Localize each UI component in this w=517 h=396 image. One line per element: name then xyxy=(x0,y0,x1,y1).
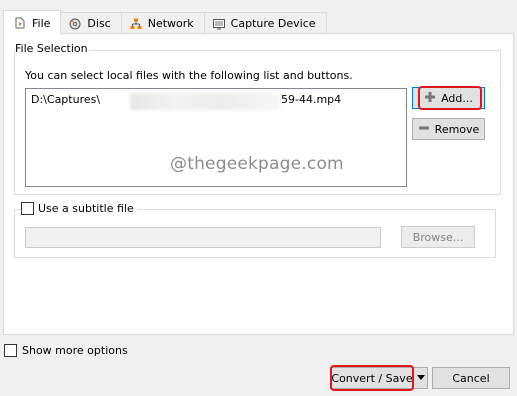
subtitle-label: Use a subtitle file xyxy=(38,202,134,215)
subtitle-path-field xyxy=(25,227,381,248)
disc-icon xyxy=(69,18,81,30)
file-list-item[interactable]: D:\Captures\ 59-44.mp4 xyxy=(31,93,341,110)
file-selection-title: File Selection xyxy=(15,42,90,55)
tab-network-label: Network xyxy=(147,17,194,30)
cancel-label: Cancel xyxy=(452,371,490,385)
file-path-end: 59-44.mp4 xyxy=(281,93,342,106)
plus-icon xyxy=(424,91,436,106)
capture-device-icon xyxy=(212,18,225,30)
add-button[interactable]: Add... xyxy=(412,87,485,109)
file-selection-description: You can select local files with the foll… xyxy=(25,69,353,82)
minus-icon xyxy=(418,122,430,137)
tab-file[interactable]: File xyxy=(3,10,62,35)
watermark: @thegeekpage.com xyxy=(170,154,344,174)
convert-save-button[interactable]: Convert / Save xyxy=(330,367,414,389)
subtitle-toggle[interactable]: Use a subtitle file xyxy=(21,202,137,215)
subtitle-checkbox[interactable] xyxy=(21,202,34,215)
show-more-options[interactable]: Show more options xyxy=(4,344,128,357)
tab-network[interactable]: Network xyxy=(120,12,205,34)
remove-button[interactable]: Remove xyxy=(412,118,485,140)
convert-save-label: Convert / Save xyxy=(331,371,413,385)
tab-disc-label: Disc xyxy=(87,17,111,30)
browse-button: Browse... xyxy=(401,226,475,248)
file-tab-panel: File Selection You can select local file… xyxy=(3,33,514,335)
file-path-start: D:\Captures\ xyxy=(31,93,101,106)
convert-dropdown-button[interactable] xyxy=(414,367,428,389)
file-play-icon xyxy=(14,17,26,29)
tab-capture-device-label: Capture Device xyxy=(230,17,316,30)
cancel-button[interactable]: Cancel xyxy=(432,367,510,389)
remove-button-label: Remove xyxy=(434,122,480,136)
add-button-label: Add... xyxy=(441,91,473,105)
redacted-path-segment xyxy=(130,93,280,110)
caret-down-icon xyxy=(416,374,425,383)
show-more-label: Show more options xyxy=(22,344,128,357)
network-icon xyxy=(130,18,142,30)
tab-capture-device[interactable]: Capture Device xyxy=(203,12,327,34)
tab-file-label: File xyxy=(32,16,51,30)
tab-disc[interactable]: Disc xyxy=(60,12,122,34)
tab-bar: File Disc Network Capture Device xyxy=(3,10,329,35)
show-more-checkbox[interactable] xyxy=(4,344,17,357)
